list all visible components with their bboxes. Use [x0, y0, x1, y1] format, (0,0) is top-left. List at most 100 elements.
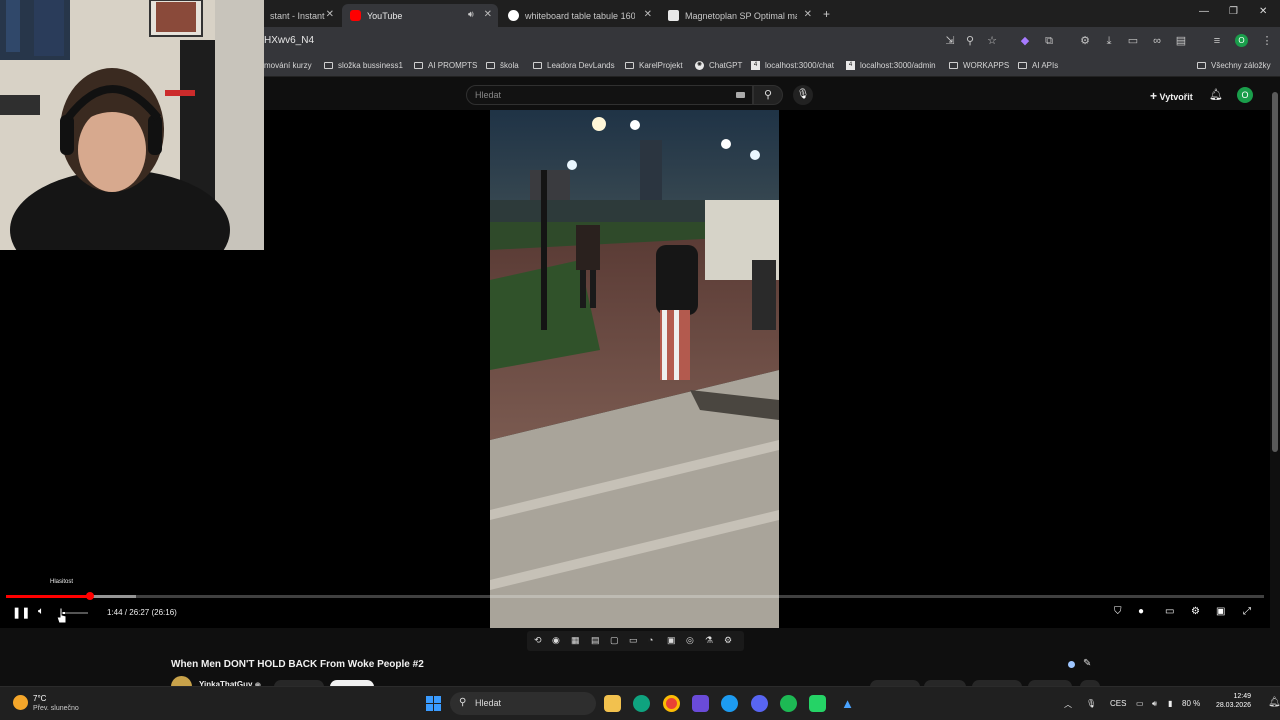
tool-icon[interactable]: ⚙: [1079, 35, 1091, 47]
chrome-icon[interactable]: [663, 695, 680, 712]
clip-icon[interactable]: ▤: [591, 635, 600, 646]
video-frame[interactable]: [490, 110, 779, 628]
subtitles-icon[interactable]: ▭: [1165, 606, 1174, 617]
network-icon[interactable]: ▭: [1136, 699, 1144, 708]
frame-icon[interactable]: ▢: [610, 635, 619, 646]
theater-icon[interactable]: ▣: [1216, 606, 1225, 617]
star-icon[interactable]: ☆: [986, 35, 998, 47]
mic-tray-icon[interactable]: 🎙︎: [1086, 699, 1096, 708]
bookmark-item[interactable]: 4 localhost:3000/admin: [846, 61, 936, 70]
extension-gem-icon[interactable]: ◆: [1019, 35, 1031, 47]
restore-icon[interactable]: ❐: [1229, 6, 1238, 17]
volume-icon[interactable]: 🔈︎: [38, 606, 44, 617]
weather-desc[interactable]: Přev. slunečno: [33, 705, 79, 712]
cast-icon[interactable]: ▭: [1127, 35, 1139, 47]
speaker-icon[interactable]: 🔊︎: [468, 9, 474, 20]
flask-icon[interactable]: ⚗: [705, 635, 713, 646]
autoplay-toggle-icon[interactable]: ●: [1138, 606, 1144, 617]
battery-percent[interactable]: 80 %: [1182, 699, 1200, 708]
all-bookmarks[interactable]: Všechny záložky: [1197, 61, 1271, 70]
gear-icon[interactable]: ⚙: [724, 635, 732, 646]
copilot-icon[interactable]: [633, 695, 650, 712]
chevron-up-icon[interactable]: ︿: [1064, 699, 1072, 710]
keyboard-icon[interactable]: [736, 92, 745, 98]
sidepanel-icon[interactable]: ▤: [1175, 35, 1187, 47]
edge-icon[interactable]: [721, 695, 738, 712]
close-icon[interactable]: ✕: [484, 9, 492, 20]
close-icon[interactable]: ✕: [326, 9, 334, 20]
extensions-icon[interactable]: ⧉: [1043, 35, 1055, 47]
scrollbar-thumb[interactable]: [1272, 92, 1278, 452]
download-icon[interactable]: ⤓: [1103, 35, 1115, 47]
screenshot-icon[interactable]: ▦: [571, 635, 580, 646]
address-bar[interactable]: HXwv6_N4: [264, 35, 314, 46]
settings-icon[interactable]: ⚙: [1191, 606, 1200, 617]
pip-icon[interactable]: ▣: [667, 635, 676, 646]
fullscreen-icon[interactable]: ⤢: [1243, 606, 1251, 617]
bell-icon[interactable]: 🔔︎: [1209, 88, 1223, 101]
window-icon[interactable]: ▭: [629, 635, 638, 646]
create-button[interactable]: + Vytvořit: [1150, 89, 1193, 103]
minimize-icon[interactable]: —: [1199, 6, 1209, 17]
profile-avatar[interactable]: O: [1235, 34, 1248, 47]
shield-icon[interactable]: ⛉: [1114, 606, 1122, 617]
pencil-icon[interactable]: ✎: [1083, 658, 1091, 669]
loop-icon[interactable]: ⟲: [534, 635, 542, 646]
folder-icon: [949, 62, 958, 69]
windows-start-icon[interactable]: [426, 696, 441, 711]
avatar[interactable]: O: [1237, 87, 1253, 103]
install-icon[interactable]: ⇲: [944, 35, 956, 47]
pause-icon[interactable]: ❚❚: [12, 606, 30, 619]
media-icon[interactable]: ≡: [1211, 35, 1223, 47]
progress-scrubber[interactable]: [86, 592, 94, 600]
whatsapp-icon[interactable]: [809, 695, 826, 712]
bookmark-item[interactable]: AI APIs: [1018, 61, 1058, 70]
bookmark-label: localhost:3000/chat: [765, 61, 834, 70]
site-icon: [668, 10, 679, 21]
discord-icon[interactable]: [751, 695, 768, 712]
new-tab-icon[interactable]: +: [823, 7, 830, 21]
tab-instant[interactable]: stant - Instant ✕: [262, 4, 340, 27]
bookmark-label: složka bussiness1: [338, 61, 403, 70]
tab-magnetoplan[interactable]: Magnetoplan SP Optimal magn ✕: [660, 4, 818, 27]
volume-tray-icon[interactable]: 🔊︎: [1152, 699, 1157, 709]
bookmark-item[interactable]: KarelProjekt: [625, 61, 683, 70]
close-icon[interactable]: ✕: [804, 9, 812, 20]
file-explorer-icon[interactable]: [604, 695, 621, 712]
weather-icon[interactable]: [13, 695, 28, 710]
battery-icon[interactable]: ▮: [1168, 699, 1172, 708]
site-icon: 4: [751, 61, 760, 70]
close-window-icon[interactable]: ✕: [1259, 6, 1267, 17]
search-button[interactable]: ⚲: [753, 85, 783, 105]
close-icon[interactable]: ✕: [644, 9, 652, 20]
time-display: 1:44 / 26:27 (26:16): [107, 608, 177, 617]
bookmark-item[interactable]: škola: [486, 61, 519, 70]
taskbar-search[interactable]: ⚲ Hledat: [450, 692, 596, 715]
weather-temp[interactable]: 7°C: [33, 694, 46, 703]
ai-app-icon[interactable]: [692, 695, 709, 712]
zoom-icon[interactable]: ⚲: [964, 35, 976, 47]
app-a-icon[interactable]: ▲: [839, 695, 856, 712]
spotify-icon[interactable]: [780, 695, 797, 712]
language-indicator[interactable]: CES: [1110, 699, 1126, 708]
speed-icon[interactable]: ◔: [648, 635, 653, 645]
notification-bell-icon[interactable]: 🔔︎: [1268, 697, 1280, 708]
tab-youtube[interactable]: YouTube 🔊︎ ✕: [342, 4, 498, 27]
tab-whiteboard[interactable]: whiteboard table tabule 160 p ✕: [500, 4, 658, 27]
search-input[interactable]: Hledat: [466, 85, 753, 105]
bookmark-item[interactable]: Leadora DevLands: [533, 61, 615, 70]
audio-icon[interactable]: ◉: [552, 635, 560, 646]
bookmark-item[interactable]: mování kurzy: [264, 61, 312, 70]
bookmark-item[interactable]: ✺ ChatGPT: [695, 61, 742, 70]
taskbar-clock[interactable]: 12:49 28.03.2026: [1213, 693, 1251, 709]
menu-icon[interactable]: ⋮: [1261, 35, 1273, 47]
bookmark-item[interactable]: WORKAPPS: [949, 61, 1009, 70]
folder-icon: [533, 62, 542, 69]
bookmark-item[interactable]: AI PROMPTS: [414, 61, 477, 70]
camera-icon[interactable]: ◎: [686, 635, 694, 646]
bookmark-item[interactable]: 4 localhost:3000/chat: [751, 61, 834, 70]
progress-bar[interactable]: [6, 595, 1264, 598]
bookmark-item[interactable]: složka bussiness1: [324, 61, 403, 70]
link-icon[interactable]: ∞: [1151, 35, 1163, 47]
mic-button[interactable]: 🎙︎: [793, 85, 813, 105]
